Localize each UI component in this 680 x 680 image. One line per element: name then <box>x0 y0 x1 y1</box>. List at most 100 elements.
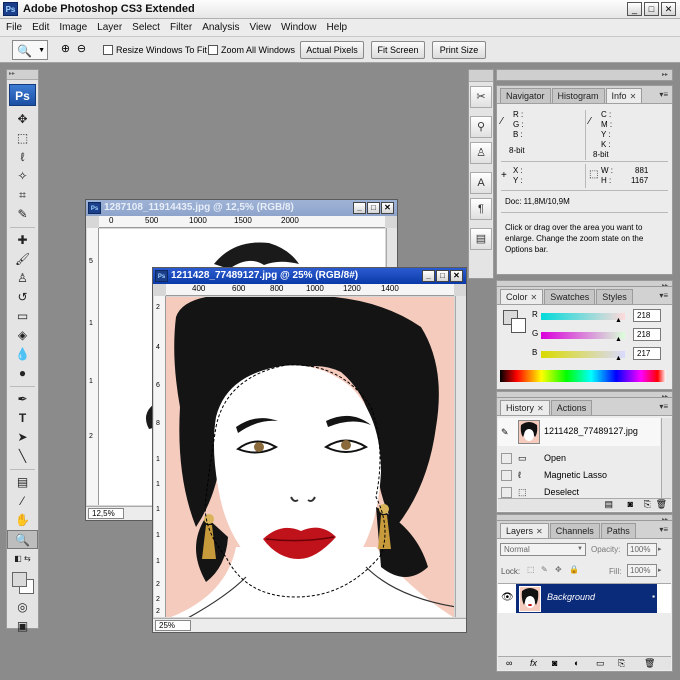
close-button[interactable]: ✕ <box>381 202 394 214</box>
close-button[interactable]: ✕ <box>450 270 463 282</box>
maximize-button[interactable]: □ <box>367 202 380 214</box>
paragraph-icon[interactable]: ¶ <box>470 198 492 220</box>
lock-all-icon[interactable]: 🔒 <box>569 565 579 574</box>
color-ramp[interactable] <box>500 370 666 382</box>
eraser-tool-icon[interactable]: ▭ <box>7 307 38 326</box>
new-snapshot-icon[interactable]: ◙ <box>628 499 633 509</box>
tab-info[interactable]: Info ✕ <box>605 88 643 103</box>
quick-mask-icon[interactable]: ◎ <box>7 598 38 617</box>
layer-comps-icon[interactable]: ▤ <box>470 228 492 250</box>
maximize-button[interactable]: □ <box>644 2 659 16</box>
red-slider[interactable] <box>541 313 625 320</box>
eye-icon[interactable]: 👁 <box>501 592 514 603</box>
menu-file[interactable]: File <box>6 22 22 33</box>
background-color-swatch[interactable] <box>511 318 526 333</box>
menu-select[interactable]: Select <box>132 22 160 33</box>
line-tool-icon[interactable]: ╲ <box>7 447 38 466</box>
menu-view[interactable]: View <box>249 22 271 33</box>
tab-actions[interactable]: Actions <box>550 400 593 415</box>
menu-window[interactable]: Window <box>281 22 317 33</box>
panel-strip-grip[interactable] <box>469 70 493 82</box>
foreground-color-swatch[interactable] <box>12 572 27 587</box>
brushes-icon[interactable]: ⚲ <box>470 116 492 138</box>
history-brush-tool-icon[interactable]: ↺ <box>7 288 38 307</box>
vertical-scrollbar[interactable] <box>455 296 466 617</box>
tab-swatches[interactable]: Swatches <box>544 289 596 304</box>
toolbox-logo[interactable]: Ps <box>9 84 36 106</box>
tab-histogram[interactable]: Histogram <box>551 88 605 103</box>
menu-layer[interactable]: Layer <box>97 22 122 33</box>
tab-history[interactable]: History ✕ <box>500 400 550 415</box>
panel-menu-icon[interactable]: ▾≡ <box>659 90 668 99</box>
menu-filter[interactable]: Filter <box>170 22 192 33</box>
menu-analysis[interactable]: Analysis <box>202 22 239 33</box>
notes-tool-icon[interactable]: ▤ <box>7 473 38 492</box>
resize-windows-checkbox[interactable]: Resize Windows To Fit <box>103 45 207 55</box>
zoom-all-windows-checkbox[interactable]: Zoom All Windows <box>208 45 295 55</box>
tool-presets-icon[interactable]: ✂ <box>470 86 492 108</box>
type-tool-icon[interactable]: T <box>7 409 38 428</box>
fill-slider-arrow-icon[interactable]: ▸ <box>658 566 662 574</box>
fit-screen-button[interactable]: Fit Screen <box>371 41 425 59</box>
tool-preset-picker[interactable]: 🔍 ▼ <box>12 40 48 60</box>
red-value-field[interactable]: 218 <box>633 309 661 322</box>
history-snapshot[interactable]: ✎ 1211428_77489127.jpg <box>498 418 660 446</box>
blend-mode-select[interactable]: Normal ▼ <box>500 543 586 556</box>
history-step[interactable]: ℓ Magnetic Lasso <box>498 467 660 484</box>
panel-menu-icon[interactable]: ▾≡ <box>659 291 668 300</box>
lasso-tool-icon[interactable]: ℓ <box>7 148 38 167</box>
marquee-tool-icon[interactable]: ⬚ <box>7 129 38 148</box>
hand-tool-icon[interactable]: ✋ <box>7 511 38 530</box>
pen-tool-icon[interactable]: ✒ <box>7 390 38 409</box>
paint-bucket-tool-icon[interactable]: ◈ <box>7 326 38 345</box>
panel-menu-icon[interactable]: ▾≡ <box>659 525 668 534</box>
document-canvas[interactable] <box>166 297 454 617</box>
minimize-button[interactable]: _ <box>353 202 366 214</box>
minimize-button[interactable]: _ <box>422 270 435 282</box>
adjustment-layer-icon[interactable]: ◐ <box>574 658 579 668</box>
lock-image-icon[interactable]: ✎ <box>541 565 548 574</box>
clone-source-icon[interactable]: ♙ <box>470 142 492 164</box>
close-tab-icon[interactable]: ✕ <box>630 92 637 101</box>
slider-thumb-icon[interactable]: ▲ <box>615 317 622 324</box>
zoom-level-field[interactable]: 25% <box>155 620 191 631</box>
panel-dock-grip[interactable]: ▸▸ <box>496 69 673 81</box>
minimize-button[interactable]: _ <box>627 2 642 16</box>
clone-stamp-tool-icon[interactable]: ♙ <box>7 269 38 288</box>
toolbox-grip[interactable]: ▸▸ <box>7 70 38 80</box>
actual-pixels-button[interactable]: Actual Pixels <box>300 41 364 59</box>
zoom-out-icon[interactable]: ⊖ <box>74 42 89 57</box>
close-tab-icon[interactable]: ✕ <box>531 293 538 302</box>
opacity-field[interactable]: 100% <box>627 543 657 556</box>
new-state-icon[interactable]: ⎘ <box>644 499 651 510</box>
blur-tool-icon[interactable]: 💧 <box>7 345 38 364</box>
opacity-slider-arrow-icon[interactable]: ▸ <box>658 545 662 553</box>
tab-styles[interactable]: Styles <box>596 289 633 304</box>
document-window-front[interactable]: Ps 1211428_77489127.jpg @ 25% (RGB/8#) _… <box>152 267 467 633</box>
eyedropper-tool-icon[interactable]: ⁄ <box>7 492 38 511</box>
magic-wand-tool-icon[interactable]: ✧ <box>7 167 38 186</box>
new-group-icon[interactable]: ▭ <box>596 658 605 669</box>
zoom-level-field[interactable]: 12,5% <box>88 508 124 519</box>
slice-tool-icon[interactable]: ✎ <box>7 205 38 224</box>
trash-icon[interactable]: 🗑 <box>644 658 655 669</box>
panel-menu-icon[interactable]: ▾≡ <box>659 402 668 411</box>
healing-brush-tool-icon[interactable]: ✚ <box>7 231 38 250</box>
blue-slider[interactable] <box>541 351 625 358</box>
print-size-button[interactable]: Print Size <box>432 41 486 59</box>
document-title-bar[interactable]: Ps 1287108_11914435.jpg @ 12,5% (RGB/8) … <box>86 200 397 216</box>
new-layer-icon[interactable]: ⎘ <box>618 658 625 669</box>
tab-navigator[interactable]: Navigator <box>500 88 551 103</box>
menu-help[interactable]: Help <box>327 22 348 33</box>
blue-value-field[interactable]: 217 <box>633 347 661 360</box>
link-layers-icon[interactable]: ∞ <box>506 658 512 668</box>
menu-image[interactable]: Image <box>59 22 87 33</box>
maximize-button[interactable]: □ <box>436 270 449 282</box>
layer-mask-icon[interactable]: ◙ <box>552 658 557 668</box>
default-colors-icon[interactable]: ◧ ⇆ <box>7 549 38 568</box>
slider-thumb-icon[interactable]: ▲ <box>615 336 622 343</box>
zoom-in-icon[interactable]: ⊕ <box>58 42 73 57</box>
document-title-bar[interactable]: Ps 1211428_77489127.jpg @ 25% (RGB/8#) _… <box>153 268 466 284</box>
tab-paths[interactable]: Paths <box>600 523 636 538</box>
layer-row[interactable]: 👁 Background ▪ <box>498 583 671 613</box>
